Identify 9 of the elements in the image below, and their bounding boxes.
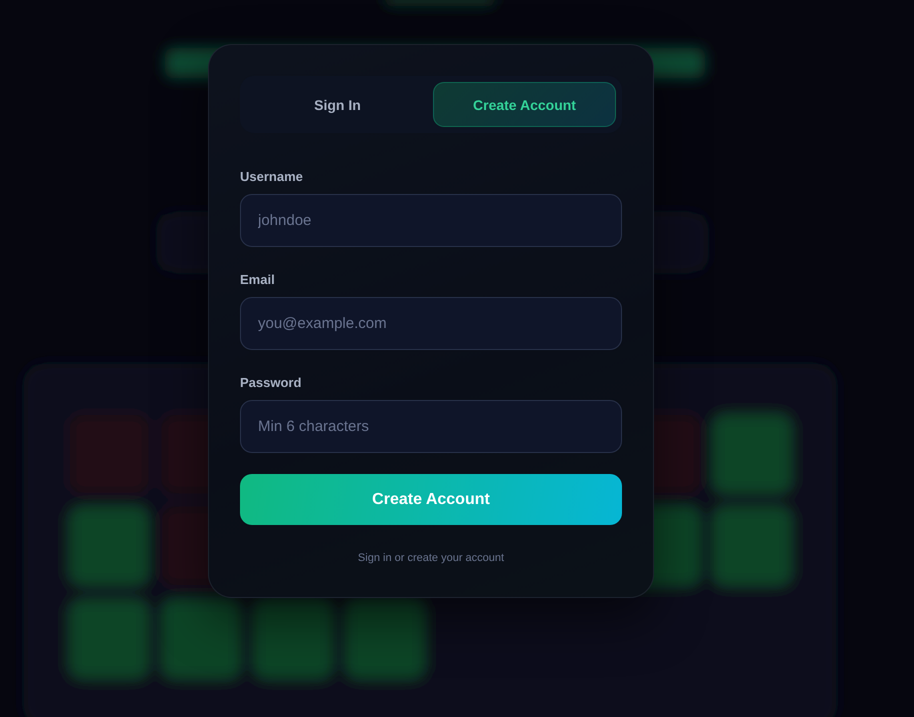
field-label: Email [240,272,275,288]
input-field[interactable]: johndoe [240,194,622,247]
input-field[interactable]: you@example.com [240,297,622,350]
tab[interactable]: Sign In [246,82,429,127]
field-label: Username [240,169,303,185]
tab[interactable]: Create Account [433,82,616,127]
field-label: Password [240,375,302,391]
helper-text: Sign in or create your account [358,551,504,565]
input-field[interactable]: Min 6 characters [240,400,622,453]
